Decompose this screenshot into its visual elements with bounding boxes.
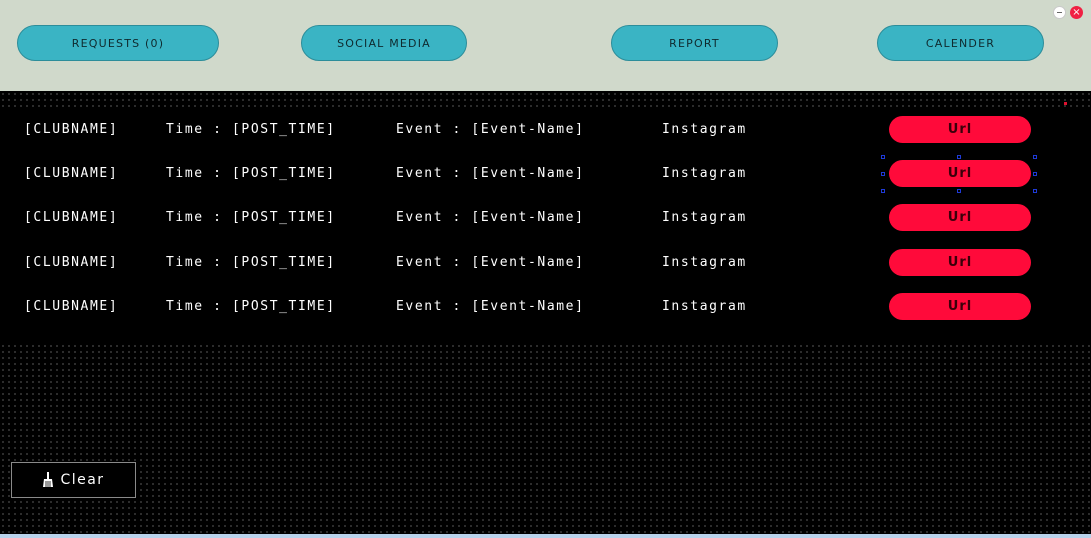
list-item: [CLUBNAME] Time : [POST_TIME] Event : [E… bbox=[0, 293, 1091, 321]
close-icon[interactable]: × bbox=[1070, 6, 1083, 19]
url-button[interactable]: Url bbox=[889, 116, 1031, 143]
selection-handle[interactable] bbox=[957, 155, 961, 159]
post-time: Time : [POST_TIME] bbox=[166, 255, 336, 270]
url-button[interactable]: Url bbox=[889, 293, 1031, 320]
platform-label: Instagram bbox=[662, 299, 747, 314]
club-name: [CLUBNAME] bbox=[24, 210, 119, 225]
list-item: [CLUBNAME] Time : [POST_TIME] Event : [E… bbox=[0, 155, 1091, 193]
top-nav-bar: REQUESTS (0) SOCIAL MEDIA REPORT CALENDE… bbox=[0, 0, 1091, 91]
post-time: Time : [POST_TIME] bbox=[166, 210, 336, 225]
platform-label: Instagram bbox=[662, 255, 747, 270]
club-name: [CLUBNAME] bbox=[24, 299, 119, 314]
list-item: [CLUBNAME] Time : [POST_TIME] Event : [E… bbox=[0, 116, 1091, 144]
event-name: Event : [Event-Name] bbox=[396, 122, 585, 137]
selection-handle[interactable] bbox=[881, 189, 885, 193]
list-item: [CLUBNAME] Time : [POST_TIME] Event : [E… bbox=[0, 204, 1091, 232]
club-name: [CLUBNAME] bbox=[24, 166, 119, 181]
clear-label: Clear bbox=[60, 472, 105, 488]
selection-handle[interactable] bbox=[1033, 155, 1037, 159]
club-name: [CLUBNAME] bbox=[24, 255, 119, 270]
posts-list: [CLUBNAME] Time : [POST_TIME] Event : [E… bbox=[0, 108, 1091, 341]
minimize-icon[interactable] bbox=[1053, 6, 1066, 19]
platform-label: Instagram bbox=[662, 210, 747, 225]
url-button[interactable]: Url bbox=[889, 249, 1031, 276]
post-time: Time : [POST_TIME] bbox=[166, 122, 336, 137]
selection-handle[interactable] bbox=[881, 172, 885, 176]
clear-button[interactable]: Clear bbox=[11, 462, 136, 498]
list-item: [CLUBNAME] Time : [POST_TIME] Event : [E… bbox=[0, 249, 1091, 277]
platform-label: Instagram bbox=[662, 122, 747, 137]
bottom-border bbox=[0, 534, 1091, 538]
platform-label: Instagram bbox=[662, 166, 747, 181]
calender-button[interactable]: CALENDER bbox=[877, 25, 1044, 61]
selection-handle[interactable] bbox=[1033, 189, 1037, 193]
event-name: Event : [Event-Name] bbox=[396, 299, 585, 314]
broom-icon bbox=[42, 472, 54, 488]
event-name: Event : [Event-Name] bbox=[396, 255, 585, 270]
url-button[interactable]: Url bbox=[889, 204, 1031, 231]
url-button[interactable]: Url bbox=[889, 160, 1031, 187]
report-button[interactable]: REPORT bbox=[611, 25, 778, 61]
app-window: REQUESTS (0) SOCIAL MEDIA REPORT CALENDE… bbox=[0, 0, 1091, 538]
content-area: [CLUBNAME] Time : [POST_TIME] Event : [E… bbox=[0, 91, 1091, 534]
requests-button[interactable]: REQUESTS (0) bbox=[17, 25, 219, 61]
selection-handle[interactable] bbox=[957, 189, 961, 193]
social-media-button[interactable]: SOCIAL MEDIA bbox=[301, 25, 467, 61]
marker-dot bbox=[1064, 102, 1067, 105]
selection-handle[interactable] bbox=[1033, 172, 1037, 176]
post-time: Time : [POST_TIME] bbox=[166, 299, 336, 314]
event-name: Event : [Event-Name] bbox=[396, 166, 585, 181]
selection-handle[interactable] bbox=[881, 155, 885, 159]
post-time: Time : [POST_TIME] bbox=[166, 166, 336, 181]
event-name: Event : [Event-Name] bbox=[396, 210, 585, 225]
club-name: [CLUBNAME] bbox=[24, 122, 119, 137]
